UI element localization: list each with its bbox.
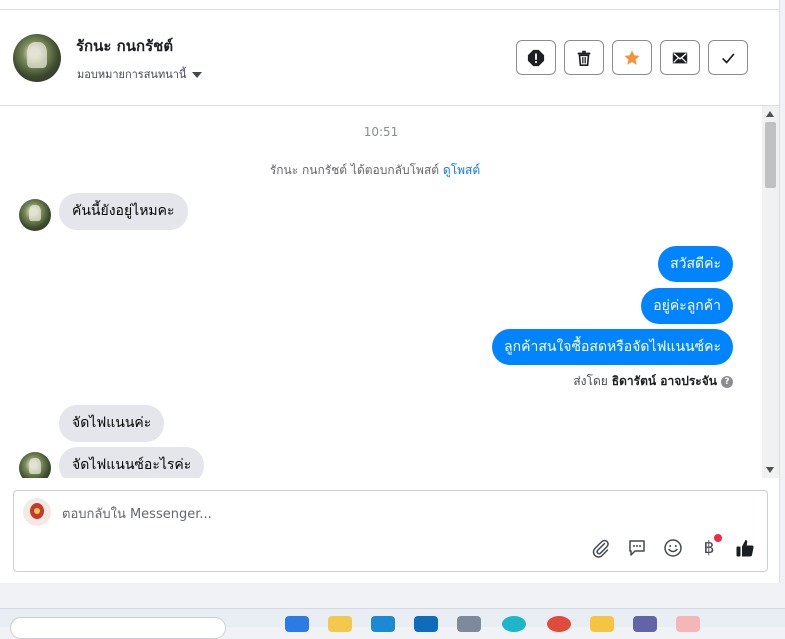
outgoing-message[interactable]: สวัสดีค่ะ — [658, 246, 733, 282]
sent-by-prefix: ส่งโดย — [573, 374, 608, 388]
assign-label: มอบหมายการสนทนานี้ — [77, 68, 187, 81]
conversation-panel: รักนะ กนกรัชต์ มอบหมายการสนทนานี้ 10:51 … — [0, 0, 780, 583]
reply-composer: ฿ — [13, 490, 768, 572]
mark-done-button[interactable] — [708, 40, 748, 75]
scroll-up-icon[interactable] — [766, 111, 774, 117]
chrome-icon[interactable] — [547, 616, 571, 632]
thumbs-up-icon — [736, 540, 754, 557]
system-message-text: รักนะ กนกรัชต์ ได้ตอบกลับโพสต์ — [269, 163, 440, 177]
sender-avatar — [19, 452, 51, 478]
sender-avatar — [19, 199, 51, 231]
mail-app-icon[interactable] — [414, 616, 438, 632]
saved-reply-button[interactable] — [626, 537, 648, 559]
sent-by-label: ส่งโดย ธิดารัตน์ อาจประจัน ? — [573, 372, 733, 391]
outgoing-message[interactable]: อยู่ค่ะลูกค้า — [641, 288, 733, 324]
conversation-header: รักนะ กนกรัชต์ มอบหมายการสนทนานี้ — [0, 10, 780, 106]
contact-name[interactable]: รักนะ กนกรัชต์ — [76, 34, 173, 58]
scroll-down-icon[interactable] — [766, 467, 774, 473]
spam-icon — [527, 49, 545, 66]
settings-icon[interactable] — [457, 616, 481, 632]
composer-tools: ฿ — [590, 534, 756, 559]
teams-icon[interactable] — [633, 616, 657, 632]
outgoing-message[interactable]: ลูกค้าสนใจซื้อสดหรือจัดไฟแนนซ์คะ — [492, 329, 733, 365]
pinned-app-icon[interactable] — [676, 616, 700, 632]
star-button[interactable] — [612, 40, 652, 75]
contact-avatar[interactable] — [13, 34, 61, 82]
trash-icon — [577, 50, 591, 66]
paperclip-icon — [592, 539, 609, 558]
header-actions — [516, 40, 748, 75]
view-post-link[interactable]: ดูโพสต์ — [443, 163, 480, 177]
star-icon — [624, 49, 640, 65]
attach-button[interactable] — [590, 537, 612, 559]
incoming-message[interactable]: จัดไฟแนนค่ะ — [59, 405, 165, 442]
reply-input[interactable] — [62, 503, 662, 525]
like-button[interactable] — [734, 537, 756, 559]
incoming-message[interactable]: คันนี้ยังอยู่ไหมคะ — [59, 193, 188, 230]
message-timestamp: 10:51 — [363, 125, 399, 139]
help-icon[interactable]: ? — [721, 375, 733, 388]
edge-icon[interactable] — [285, 616, 309, 632]
baht-icon: ฿ — [703, 538, 715, 558]
emoji-icon — [664, 539, 682, 557]
check-icon — [722, 52, 735, 64]
emoji-button[interactable] — [662, 537, 684, 559]
sent-by-name: ธิดารัตน์ อาจประจัน — [611, 374, 717, 388]
file-explorer-icon[interactable] — [328, 616, 352, 632]
notes-icon[interactable] — [590, 616, 614, 632]
page-avatar — [23, 498, 51, 526]
mark-unread-button[interactable] — [660, 40, 700, 75]
notification-dot — [714, 534, 722, 542]
message-thread[interactable]: 10:51 รักนะ กนกรัชต์ ได้ตอบกลับโพสต์ ดูโ… — [0, 106, 762, 478]
mail-icon — [672, 52, 688, 63]
mark-spam-button[interactable] — [516, 40, 556, 75]
taskbar-search[interactable] — [10, 617, 226, 639]
quick-reply-icon — [629, 540, 645, 556]
incoming-message[interactable]: จัดไฟแนนซ์อะไรค่ะ — [59, 447, 205, 478]
windows-taskbar — [0, 608, 785, 639]
store-icon[interactable] — [371, 616, 395, 632]
system-message: รักนะ กนกรัชต์ ได้ตอบกลับโพสต์ ดูโพสต์ — [0, 161, 750, 180]
delete-button[interactable] — [564, 40, 604, 75]
payment-button[interactable]: ฿ — [698, 534, 722, 559]
thread-scrollbar[interactable] — [762, 106, 779, 478]
browser-icon[interactable] — [502, 616, 526, 632]
assign-conversation-dropdown[interactable]: มอบหมายการสนทนานี้ — [77, 65, 203, 83]
scrollbar-thumb[interactable] — [765, 122, 776, 188]
caret-down-icon — [192, 72, 203, 78]
